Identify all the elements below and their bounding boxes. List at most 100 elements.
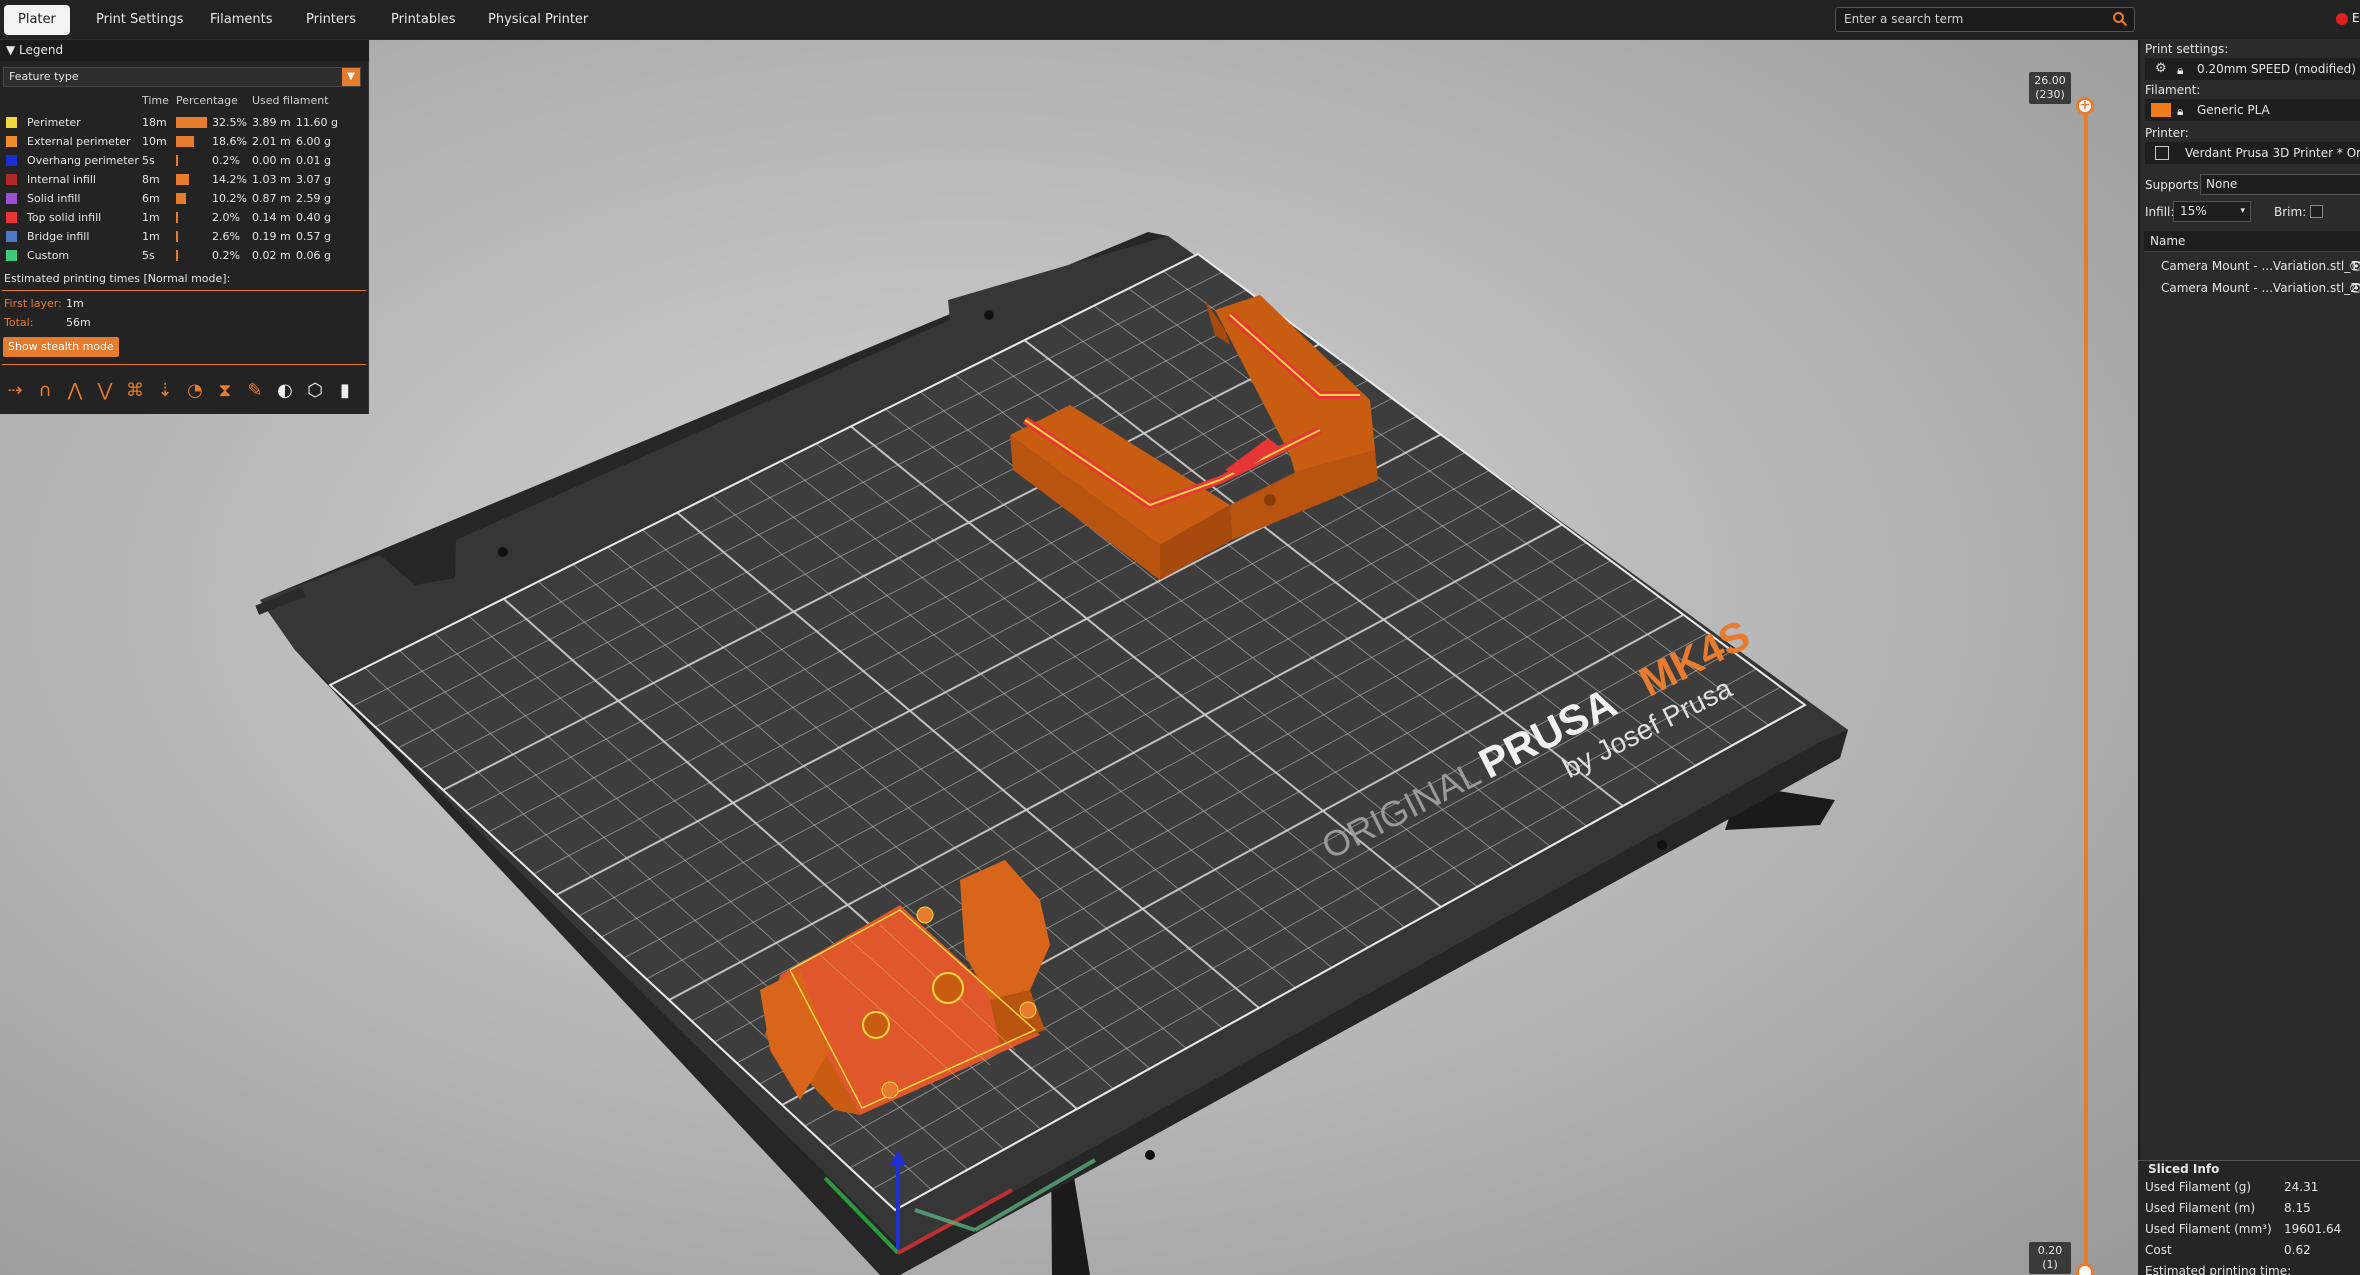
legend-used-meters: 1.03 m	[252, 173, 291, 186]
layer-slider-bottom-value: 0.20	[2037, 1244, 2063, 1257]
legend-header[interactable]: ▼ Legend	[0, 40, 369, 61]
sliced-info-label: Used Filament (mm³)	[2145, 1222, 2272, 1236]
legend-row: Internal infill 8m 14.2% 1.03 m 3.07 g	[0, 170, 369, 189]
filament-select[interactable]: 🔒︎ Generic PLA	[2145, 99, 2360, 121]
retractions-icon[interactable]: ⋀	[63, 379, 87, 403]
brim-label: Brim:	[2274, 205, 2307, 219]
legend-divider-2	[2, 364, 366, 365]
legend-percentage: 0.2%	[212, 249, 240, 262]
sliced-info-label: Cost	[2145, 1243, 2172, 1257]
object-list-header[interactable]: Name	[2144, 231, 2360, 252]
eye-icon[interactable]: 👁︎	[2349, 277, 2360, 299]
legend-color-swatch	[6, 250, 17, 261]
infill-select[interactable]: 15% ▾	[2173, 201, 2251, 222]
supports-select[interactable]: None	[2200, 174, 2360, 195]
search-icon[interactable]	[2112, 11, 2128, 27]
legend-col-used-filament: Used filament	[252, 94, 329, 107]
legend-used-grams: 0.57 g	[296, 230, 331, 243]
sliced-info-title: Sliced Info	[2148, 1162, 2220, 1176]
wipe-icon[interactable]: ∩	[33, 379, 57, 403]
tool-changes-icon[interactable]: ⇣	[153, 379, 177, 403]
legend-used-meters: 0.14 m	[252, 211, 291, 224]
legend-percentage-bar	[176, 231, 178, 242]
legend-percentage: 2.0%	[212, 211, 240, 224]
tab-plater[interactable]: Plater	[4, 5, 70, 35]
brim-checkbox[interactable]	[2310, 205, 2323, 218]
deretractions-icon[interactable]: ⋁	[93, 379, 117, 403]
legend-percentage-bar	[176, 117, 207, 128]
layer-slider-track[interactable]	[2084, 104, 2088, 1275]
gear-icon: ⚙	[2155, 61, 2167, 76]
legend-color-swatch	[6, 136, 17, 147]
legend-feature-name: External perimeter	[27, 135, 131, 148]
legend-percentage: 14.2%	[212, 173, 247, 186]
tab-print-settings[interactable]: Print Settings	[82, 5, 197, 35]
object-list-item[interactable]: Camera Mount - ...Variation.stl_2 👁︎	[2144, 277, 2360, 299]
sliced-info-row: Used Filament (mm³) 19601.64	[2145, 1222, 2341, 1236]
layer-slider-bottom-layer: (1)	[2042, 1258, 2058, 1271]
chevron-down-icon[interactable]: ▼	[342, 68, 360, 86]
legend-divider	[2, 290, 366, 291]
legend-row: Top solid infill 1m 2.0% 0.14 m 0.40 g	[0, 208, 369, 227]
legend-row: Custom 5s 0.2% 0.02 m 0.06 g	[0, 246, 369, 265]
sliced-info-row: Used Filament (g) 24.31	[2145, 1180, 2318, 1194]
seams-icon[interactable]: ⌘	[123, 379, 147, 403]
printer-select[interactable]: Verdant Prusa 3D Printer * Original	[2145, 142, 2360, 164]
total-label: Total:	[4, 316, 34, 329]
legend-used-grams: 0.40 g	[296, 211, 331, 224]
custom-gcodes-icon[interactable]: ✎	[243, 379, 267, 403]
object-list-item[interactable]: Camera Mount - ...Variation.stl_1 👁︎	[2144, 255, 2360, 277]
tab-printers[interactable]: Printers	[292, 5, 370, 35]
chevron-down-icon: ▾	[2240, 206, 2245, 216]
object-name: Camera Mount - ...Variation.stl_2	[2161, 281, 2358, 295]
legend-used-grams: 11.60 g	[296, 116, 338, 129]
sliced-info-panel: Sliced Info Used Filament (g) 24.31 Used …	[2138, 1160, 2360, 1275]
legend-panel: ▼ Legend Feature type ▼ Time Percentage …	[0, 40, 369, 414]
tab-filaments[interactable]: Filaments	[196, 5, 287, 35]
layer-slider-bottom-handle[interactable]	[2076, 1263, 2094, 1275]
search-input[interactable]: Enter a search term	[1835, 7, 2135, 32]
object-name: Camera Mount - ...Variation.stl_1	[2161, 259, 2358, 273]
legend-feature-name: Internal infill	[27, 173, 96, 186]
center-of-gravity-icon[interactable]: ◐	[273, 379, 297, 403]
tab-printables[interactable]: Printables	[377, 5, 470, 35]
show-stealth-mode-button[interactable]: Show stealth mode	[3, 337, 119, 357]
legend-time: 10m	[142, 135, 167, 148]
legend-percentage: 10.2%	[212, 192, 247, 205]
shells-icon[interactable]: ⬡	[303, 379, 327, 403]
view-type-value: Feature type	[9, 70, 79, 83]
legend-col-time: Time	[142, 94, 169, 107]
legend-time: 5s	[142, 249, 155, 262]
first-layer-label: First layer:	[4, 297, 62, 310]
plus-icon: +	[2079, 98, 2091, 113]
top-right-label[interactable]: E	[2352, 11, 2360, 25]
layer-slider-top-handle[interactable]: +	[2076, 97, 2094, 115]
supports-value: None	[2206, 177, 2238, 191]
travel-icon[interactable]: ⇢	[3, 379, 27, 403]
legend-row: Overhang perimeter 5s 0.2% 0.00 m 0.01 g	[0, 151, 369, 170]
legend-feature-name: Top solid infill	[27, 211, 102, 224]
filament-color-swatch[interactable]	[2151, 103, 2171, 117]
print-settings-select[interactable]: ⚙ 🔒︎ 0.20mm SPEED (modified)	[2145, 58, 2360, 80]
legend-row: Solid infill 6m 10.2% 0.87 m 2.59 g	[0, 189, 369, 208]
view-type-select[interactable]: Feature type ▼	[3, 67, 361, 87]
infill-label: Infill:	[2145, 205, 2175, 219]
eye-icon[interactable]: 👁︎	[2349, 255, 2360, 277]
name-column-header: Name	[2150, 234, 2186, 248]
pause-prints-icon[interactable]: ⧗	[213, 379, 237, 403]
legend-percentage: 2.6%	[212, 230, 240, 243]
legend-percentage-bar	[176, 193, 186, 204]
color-changes-icon[interactable]: ◔	[183, 379, 207, 403]
right-sidebar: Print settings: ⚙ 🔒︎ 0.20mm SPEED (modif…	[2138, 40, 2360, 1275]
legend-title: Legend	[19, 43, 64, 57]
print-settings-label: Print settings:	[2145, 42, 2229, 56]
legend-percentage: 0.2%	[212, 154, 240, 167]
legend-time: 8m	[142, 173, 160, 186]
tool-marker-icon[interactable]: ▮	[333, 379, 357, 403]
legend-color-swatch	[6, 117, 17, 128]
sliced-info-value: 24.31	[2284, 1180, 2319, 1194]
legend-used-meters: 0.19 m	[252, 230, 291, 243]
tab-physical-printer[interactable]: Physical Printer	[474, 5, 602, 35]
legend-used-grams: 0.06 g	[296, 249, 331, 262]
sliced-info-row: Estimated printing time:	[2145, 1264, 2291, 1275]
